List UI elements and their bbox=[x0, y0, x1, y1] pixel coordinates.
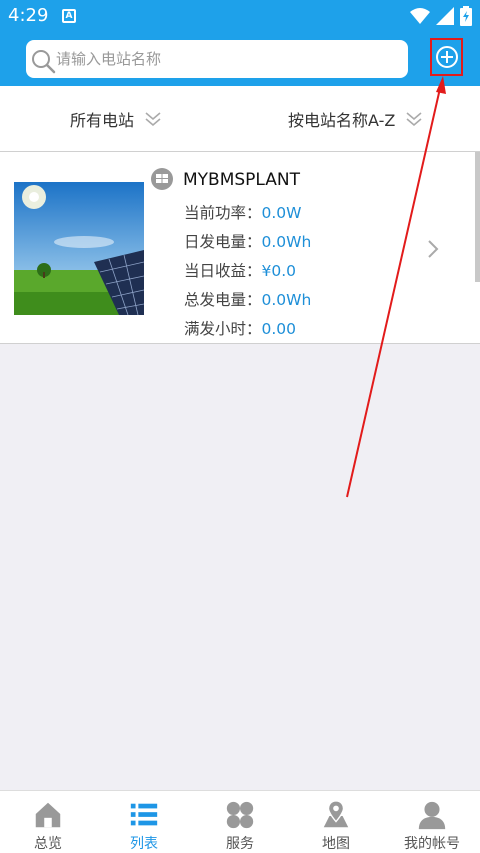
tab-overview[interactable]: 总览 bbox=[0, 791, 96, 853]
list-icon bbox=[130, 803, 158, 826]
tab-label: 我的帐号 bbox=[404, 836, 460, 852]
metric-value: 0.0Wh bbox=[261, 233, 312, 251]
filter-all-label: 所有电站 bbox=[70, 111, 135, 130]
metric-full-load-hours: 满发小时：0.00 bbox=[184, 317, 296, 339]
double-chevron-down-icon bbox=[145, 112, 161, 127]
user-icon bbox=[418, 801, 446, 830]
plant-type-icon bbox=[151, 168, 173, 190]
header-bar bbox=[0, 32, 480, 86]
search-icon bbox=[32, 50, 56, 74]
sort-dropdown[interactable]: 按电站名称A-Z bbox=[288, 86, 423, 152]
tab-service[interactable]: 服务 bbox=[192, 791, 288, 853]
notification-a-icon: A bbox=[62, 9, 76, 23]
metric-daily-energy: 日发电量：0.0Wh bbox=[184, 230, 311, 252]
tab-label: 地图 bbox=[322, 836, 350, 852]
double-chevron-down-icon bbox=[406, 112, 422, 127]
bottom-tab-bar: 总览 列表 服务 地图 我的帐号 bbox=[0, 790, 480, 853]
tab-label: 总览 bbox=[34, 836, 62, 852]
plus-circle-icon bbox=[436, 46, 458, 68]
filter-all-plants[interactable]: 所有电站 bbox=[70, 86, 162, 152]
metric-value: 0.00 bbox=[261, 320, 297, 338]
metric-daily-income: 当日收益：¥0.0 bbox=[184, 259, 296, 281]
status-time: 4:29 bbox=[8, 5, 49, 26]
plant-list-item[interactable]: MYBMSPLANT 当前功率：0.0W 日发电量：0.0Wh 当日收益：¥0.… bbox=[0, 152, 480, 344]
sort-label: 按电站名称A-Z bbox=[288, 111, 396, 130]
signal-icon bbox=[436, 7, 454, 25]
map-icon bbox=[323, 800, 349, 828]
metric-label: 满发小时： bbox=[184, 320, 262, 338]
home-icon bbox=[35, 802, 61, 828]
tab-map[interactable]: 地图 bbox=[288, 791, 384, 853]
plant-name: MYBMSPLANT bbox=[183, 170, 301, 190]
metric-label: 日发电量： bbox=[184, 233, 262, 251]
metric-current-power: 当前功率：0.0W bbox=[184, 201, 302, 223]
search-box[interactable] bbox=[26, 40, 408, 78]
metric-label: 总发电量： bbox=[184, 291, 262, 309]
tab-label: 服务 bbox=[226, 836, 254, 852]
tab-label: 列表 bbox=[130, 836, 158, 852]
scrollbar[interactable] bbox=[475, 152, 480, 282]
wifi-icon bbox=[410, 8, 430, 24]
plant-thumbnail bbox=[14, 182, 144, 315]
status-bar: 4:29 A bbox=[0, 0, 480, 32]
search-input[interactable] bbox=[56, 40, 396, 78]
battery-icon bbox=[460, 6, 472, 26]
metric-value: ¥0.0 bbox=[261, 262, 297, 280]
tab-my-account[interactable]: 我的帐号 bbox=[384, 791, 480, 853]
filter-bar: 所有电站 按电站名称A-Z bbox=[0, 86, 480, 152]
add-plant-button[interactable] bbox=[430, 38, 463, 76]
metric-value: 0.0Wh bbox=[261, 291, 312, 309]
grid-icon bbox=[226, 801, 254, 829]
metric-value: 0.0W bbox=[261, 204, 302, 222]
tab-list[interactable]: 列表 bbox=[96, 791, 192, 853]
metric-label: 当日收益： bbox=[184, 262, 262, 280]
metric-label: 当前功率： bbox=[184, 204, 262, 222]
metric-total-energy: 总发电量：0.0Wh bbox=[184, 288, 311, 310]
status-icons bbox=[410, 6, 472, 26]
chevron-right-icon bbox=[428, 240, 439, 258]
